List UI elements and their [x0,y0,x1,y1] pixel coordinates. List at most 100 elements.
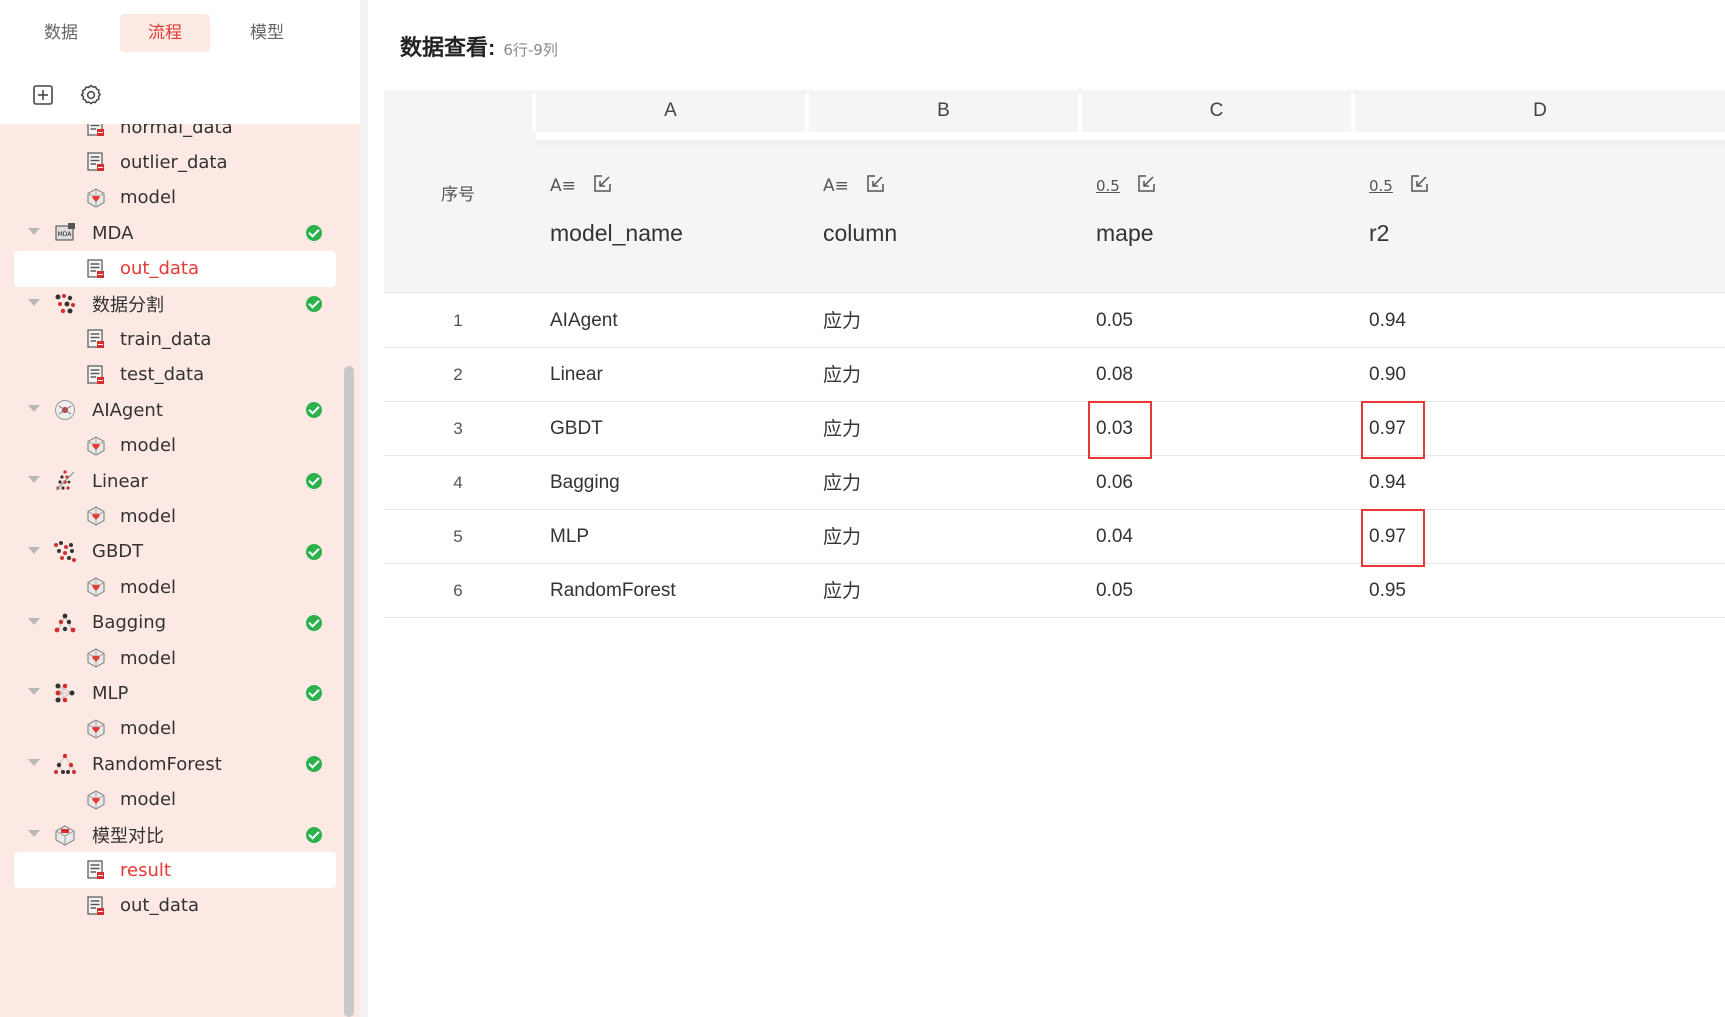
column-letter-a[interactable]: A [536,90,805,132]
tree-item-label: 数据分割 [92,295,164,316]
table-cell-mape[interactable]: 0.05 [1096,294,1133,348]
column-separator[interactable] [1351,94,1355,132]
table-cell-column[interactable]: 应力 [823,564,861,618]
page-title-text: 数据查看 [400,36,489,61]
table-cell-column[interactable]: 应力 [823,348,861,402]
svg-text:MDA: MDA [58,231,73,238]
tree-node-bagging[interactable]: Bagging [14,605,336,641]
column-separator[interactable] [805,94,809,132]
text-type-icon[interactable]: A≡ [823,176,849,196]
chevron-down-icon[interactable] [28,688,40,696]
column-export-icon[interactable] [1409,174,1429,199]
column-export-icon[interactable] [592,174,612,199]
table-cell-r2[interactable]: 0.95 [1369,564,1406,618]
table-cell-model-name[interactable]: GBDT [550,402,603,456]
model-icon [84,646,108,670]
chevron-down-icon[interactable] [28,228,40,236]
tree-item-label: Bagging [92,612,167,634]
column-letter-c[interactable]: C [1082,90,1351,132]
numeric-type-icon[interactable]: 0.5 [1369,177,1393,195]
table-row[interactable]: 3 GBDT 应力 0.03 0.97 [384,402,1725,456]
table-cell-r2[interactable]: 0.94 [1369,456,1406,510]
tree-output-train_data[interactable]: train_data [14,321,336,357]
table-cell-model-name[interactable]: Linear [550,348,603,402]
table-cell-column[interactable]: 应力 [823,402,861,456]
table-row[interactable]: 5 MLP 应力 0.04 0.97 [384,510,1725,564]
gear-icon[interactable] [76,80,106,110]
table-cell-mape[interactable]: 0.08 [1096,348,1133,402]
sidebar-scrollbar[interactable] [344,366,354,1017]
tree-output-model[interactable]: model [14,711,336,747]
column-header-name[interactable]: model_name [550,220,683,247]
table-cell-r2[interactable]: 0.94 [1369,294,1406,348]
tree-node-aiagent[interactable]: AIAgent [14,392,336,428]
tree-item-label: model [120,718,177,740]
column-letter-d[interactable]: D [1355,90,1725,132]
column-type-controls: 0.5 [1096,174,1156,198]
chevron-down-icon[interactable] [28,759,40,767]
column-separator[interactable] [532,94,536,132]
row-index: 1 [453,311,463,330]
tab-flow[interactable]: 流程 [120,14,210,52]
table-row[interactable]: 2 Linear 应力 0.08 0.90 [384,348,1725,402]
tree-output-model[interactable]: model [14,180,336,216]
table-cell-model-name[interactable]: RandomForest [550,564,676,618]
column-header-name[interactable]: column [823,220,897,247]
table-cell-mape[interactable]: 0.05 [1096,564,1133,618]
column-header-name[interactable]: r2 [1369,220,1389,247]
numeric-type-icon[interactable]: 0.5 [1096,177,1120,195]
text-type-icon[interactable]: A≡ [550,176,576,196]
tab-model[interactable]: 模型 [222,14,312,52]
tree-output-model[interactable]: model [14,782,336,818]
chevron-down-icon[interactable] [28,405,40,413]
tree-output-outlier_data[interactable]: outlier_data [14,144,336,180]
table-cell-mape[interactable]: 0.06 [1096,456,1133,510]
tree-node-数据分割[interactable]: 数据分割 [14,286,336,322]
dataset-icon [84,894,108,918]
table-cell-model-name[interactable]: AIAgent [550,294,618,348]
chevron-down-icon[interactable] [28,476,40,483]
tree-output-result[interactable]: result [14,852,336,889]
chevron-down-icon[interactable] [28,546,40,554]
column-export-icon[interactable] [1136,174,1156,199]
tree-item-label: model [120,789,177,811]
tree-node-gbdt[interactable]: GBDT [14,534,336,570]
tree-node-linear[interactable]: Linear [14,463,336,499]
tree-output-out_data[interactable]: out_data [14,250,336,287]
chevron-down-icon[interactable] [28,299,40,306]
table-cell-r2[interactable]: 0.90 [1369,348,1406,402]
tree-item-label: out_data [120,895,200,917]
dataset-icon [84,257,108,281]
tree-output-test_data[interactable]: test_data [14,357,336,393]
tree-node-mlp[interactable]: MLP [14,675,336,711]
column-export-icon[interactable] [865,174,885,199]
tree-output-normal_data[interactable]: normal_data [14,124,336,145]
column-header-name[interactable]: mape [1096,220,1154,247]
table-row[interactable]: 6 RandomForest 应力 0.05 0.95 [384,564,1725,618]
column-letter-b[interactable]: B [809,90,1078,132]
tree-node-模型对比[interactable]: 模型对比 [14,817,336,853]
table-row[interactable]: 4 Bagging 应力 0.06 0.94 [384,456,1725,510]
column-separator[interactable] [1078,94,1082,132]
tree-output-out_data[interactable]: out_data [14,888,336,924]
table-cell-model-name[interactable]: MLP [550,510,589,564]
tree-output-model[interactable]: model [14,569,336,605]
table-cell-mape[interactable]: 0.04 [1096,510,1133,564]
success-check-icon [306,827,322,843]
chevron-down-icon[interactable] [28,617,40,625]
chevron-down-icon[interactable] [28,830,40,837]
success-check-icon [306,756,322,773]
tree-output-model[interactable]: model [14,428,336,464]
tree-node-mda[interactable]: MDA MDA [14,215,336,251]
table-cell-column[interactable]: 应力 [823,510,861,564]
panel-divider[interactable] [360,0,368,1017]
table-cell-model-name[interactable]: Bagging [550,456,620,510]
tree-node-randomforest[interactable]: RandomForest [14,746,336,782]
tree-output-model[interactable]: model [14,498,336,534]
table-cell-column[interactable]: 应力 [823,456,861,510]
table-row[interactable]: 1 AIAgent 应力 0.05 0.94 [384,294,1725,348]
tree-output-model[interactable]: model [14,640,336,676]
tab-data[interactable]: 数据 [16,14,106,52]
table-cell-column[interactable]: 应力 [823,294,861,348]
add-square-icon[interactable] [28,80,58,110]
